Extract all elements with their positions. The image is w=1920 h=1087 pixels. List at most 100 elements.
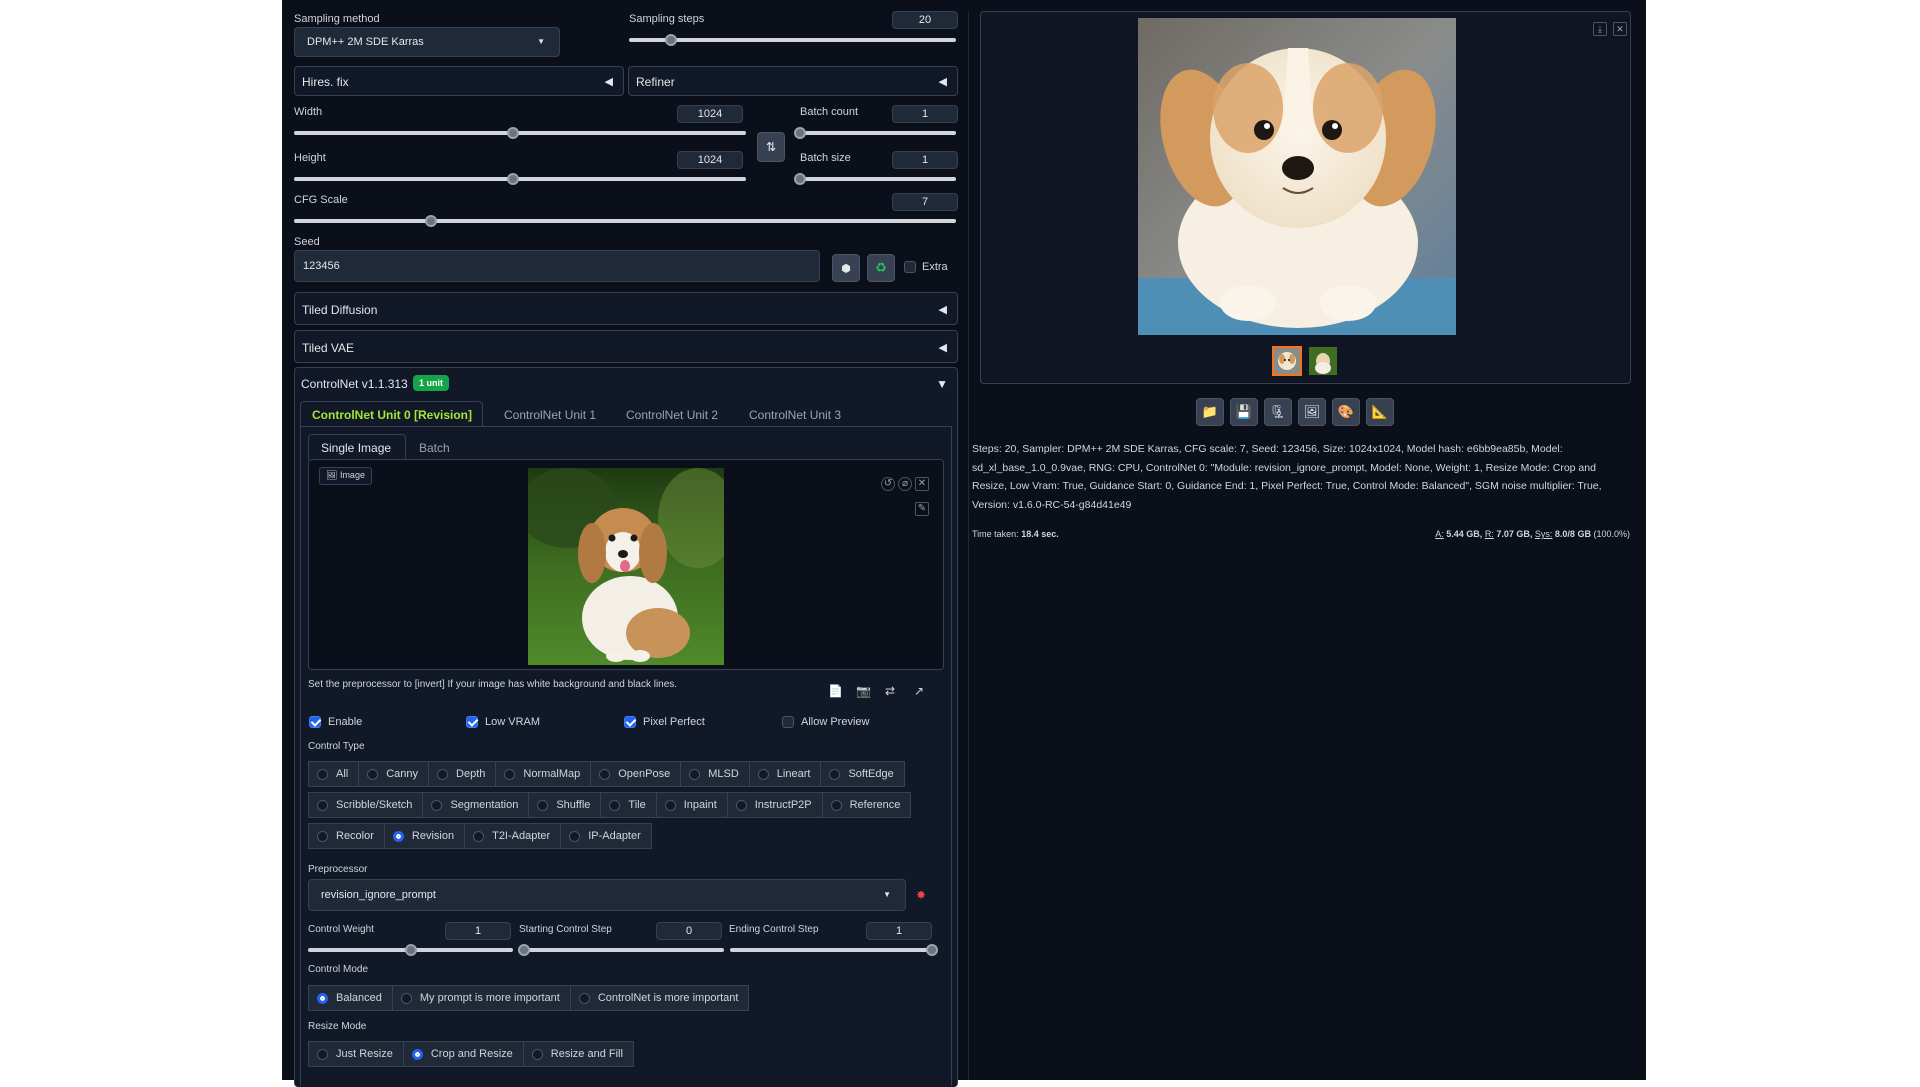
sampling-method-label: Sampling method — [294, 13, 380, 25]
ending-step-input[interactable]: 1 — [866, 922, 932, 940]
brush-icon[interactable]: ✎ — [915, 502, 929, 516]
random-seed-button[interactable]: ⬢ — [832, 254, 860, 282]
height-slider[interactable] — [294, 173, 746, 185]
control-mode-my-prompt-is-more-important[interactable]: My prompt is more important — [391, 985, 571, 1011]
sampling-steps-thumb[interactable] — [664, 34, 677, 46]
extra-checkbox[interactable] — [904, 261, 916, 273]
control-type-tile[interactable]: Tile — [600, 792, 657, 818]
control-weight-slider[interactable] — [308, 944, 513, 956]
pixel-perfect-checkbox[interactable] — [624, 716, 636, 728]
starting-step-input[interactable]: 0 — [656, 922, 722, 940]
batch-count-thumb[interactable] — [794, 127, 806, 139]
send-to-extras-button[interactable]: 📐 — [1366, 398, 1394, 426]
undo-icon[interactable]: ↺ — [881, 477, 895, 491]
control-weight-thumb[interactable] — [404, 944, 417, 956]
batch-size-input[interactable]: 1 — [892, 151, 958, 169]
control-type-scribble-sketch[interactable]: Scribble/Sketch — [308, 792, 424, 818]
tiled-diffusion-accordion[interactable]: Tiled Diffusion ◀ — [294, 292, 958, 325]
batch-size-label: Batch size — [800, 152, 851, 164]
hires-fix-accordion[interactable]: Hires. fix ◀ — [294, 66, 624, 96]
control-weight-input[interactable]: 1 — [445, 922, 511, 940]
webcam-icon[interactable]: 📷 — [856, 684, 871, 698]
batch-count-slider[interactable] — [794, 127, 956, 139]
mirror-icon[interactable]: ⇄ — [885, 684, 895, 698]
control-type-depth[interactable]: Depth — [428, 761, 497, 787]
run-preprocessor-icon[interactable]: ✸ — [916, 888, 926, 902]
width-slider[interactable] — [294, 127, 746, 139]
sampling-steps-input[interactable]: 20 — [892, 11, 958, 29]
download-icon[interactable]: ⤓ — [1593, 22, 1607, 36]
tab-unit-2[interactable]: ControlNet Unit 2 — [626, 408, 718, 422]
width-input[interactable]: 1024 — [677, 105, 743, 123]
control-type-ip-adapter[interactable]: IP-Adapter — [560, 823, 652, 849]
control-type-shuffle[interactable]: Shuffle — [528, 792, 602, 818]
control-type-recolor[interactable]: Recolor — [308, 823, 385, 849]
control-type-all[interactable]: All — [308, 761, 360, 787]
control-type-mlsd[interactable]: MLSD — [680, 761, 750, 787]
control-type-lineart[interactable]: Lineart — [748, 761, 822, 787]
sampling-steps-slider[interactable] — [629, 34, 956, 46]
tab-unit-1[interactable]: ControlNet Unit 1 — [504, 408, 596, 422]
new-canvas-icon[interactable]: 📄 — [828, 684, 843, 698]
collapse-down-icon[interactable]: ▼ — [936, 377, 948, 391]
tab-unit-0-label[interactable]: ControlNet Unit 0 [Revision] — [312, 408, 472, 422]
batch-size-slider[interactable] — [794, 173, 956, 185]
cfg-scale-slider[interactable] — [294, 215, 956, 227]
tab-batch[interactable]: Batch — [419, 441, 450, 455]
clear-icon[interactable]: ⌀ — [898, 477, 912, 491]
low-vram-checkbox[interactable] — [466, 716, 478, 728]
tiled-vae-accordion[interactable]: Tiled VAE ◀ — [294, 330, 958, 363]
radio-label: OpenPose — [618, 768, 671, 780]
ending-step-thumb[interactable] — [926, 944, 938, 956]
mem-reserved-label: R: — [1484, 529, 1494, 539]
height-input[interactable]: 1024 — [677, 151, 743, 169]
send-dimensions-icon[interactable]: ↗ — [914, 684, 924, 698]
zip-button[interactable]: 🗜 — [1264, 398, 1292, 426]
ending-step-slider[interactable] — [730, 944, 938, 956]
tab-single-image-label[interactable]: Single Image — [321, 441, 391, 455]
batch-count-input[interactable]: 1 — [892, 105, 958, 123]
preprocessor-dropdown[interactable]: revision_ignore_prompt ▼ — [308, 879, 906, 911]
send-to-img2img-button[interactable]: 🖼 — [1298, 398, 1326, 426]
control-type-revision[interactable]: Revision — [383, 823, 466, 849]
seed-input[interactable]: 123456 — [294, 250, 820, 282]
allow-preview-checkbox[interactable] — [782, 716, 794, 728]
control-type-reference[interactable]: Reference — [821, 792, 912, 818]
starting-step-slider[interactable] — [518, 944, 724, 956]
resize-mode-crop-and-resize[interactable]: Crop and Resize — [402, 1041, 524, 1067]
control-mode-controlnet-is-more-important[interactable]: ControlNet is more important — [569, 985, 750, 1011]
width-thumb[interactable] — [506, 127, 519, 139]
resize-mode-resize-and-fill[interactable]: Resize and Fill — [522, 1041, 634, 1067]
resize-mode-just-resize[interactable]: Just Resize — [308, 1041, 404, 1067]
swap-dimensions-button[interactable]: ⇅ — [757, 132, 785, 162]
close-icon[interactable]: ✕ — [1613, 22, 1627, 36]
batch-size-thumb[interactable] — [794, 173, 806, 185]
control-type-segmentation[interactable]: Segmentation — [422, 792, 530, 818]
control-type-t2i-adapter[interactable]: T2I-Adapter — [464, 823, 562, 849]
cfg-scale-thumb[interactable] — [424, 215, 437, 227]
control-type-normalmap[interactable]: NormalMap — [495, 761, 592, 787]
starting-step-thumb[interactable] — [518, 944, 530, 956]
close-icon[interactable]: ✕ — [915, 477, 929, 491]
control-type-openpose[interactable]: OpenPose — [590, 761, 682, 787]
control-type-inpaint[interactable]: Inpaint — [655, 792, 728, 818]
controlnet-title[interactable]: ControlNet v1.1.313 — [301, 377, 408, 391]
refiner-accordion[interactable]: Refiner ◀ — [628, 66, 958, 96]
control-type-canny[interactable]: Canny — [358, 761, 430, 787]
save-button[interactable]: 💾 — [1230, 398, 1258, 426]
open-folder-button[interactable]: 📁 — [1196, 398, 1224, 426]
thumbnail-1[interactable] — [1272, 346, 1302, 376]
thumbnail-2[interactable] — [1309, 347, 1337, 375]
send-to-inpaint-button[interactable]: 🎨 — [1332, 398, 1360, 426]
output-image[interactable] — [1138, 18, 1456, 335]
cfg-scale-input[interactable]: 7 — [892, 193, 958, 211]
sampling-method-dropdown[interactable]: DPM++ 2M SDE Karras ▼ — [294, 27, 560, 57]
control-mode-balanced[interactable]: Balanced — [308, 985, 393, 1011]
control-type-instructp2p[interactable]: InstructP2P — [726, 792, 823, 818]
tab-unit-3[interactable]: ControlNet Unit 3 — [749, 408, 841, 422]
height-thumb[interactable] — [506, 173, 519, 185]
control-type-softedge[interactable]: SoftEdge — [820, 761, 905, 787]
enable-checkbox[interactable] — [309, 716, 321, 728]
reuse-seed-button[interactable]: ♻ — [867, 254, 895, 282]
mem-reserved-value: 7.07 GB, — [1496, 529, 1533, 539]
